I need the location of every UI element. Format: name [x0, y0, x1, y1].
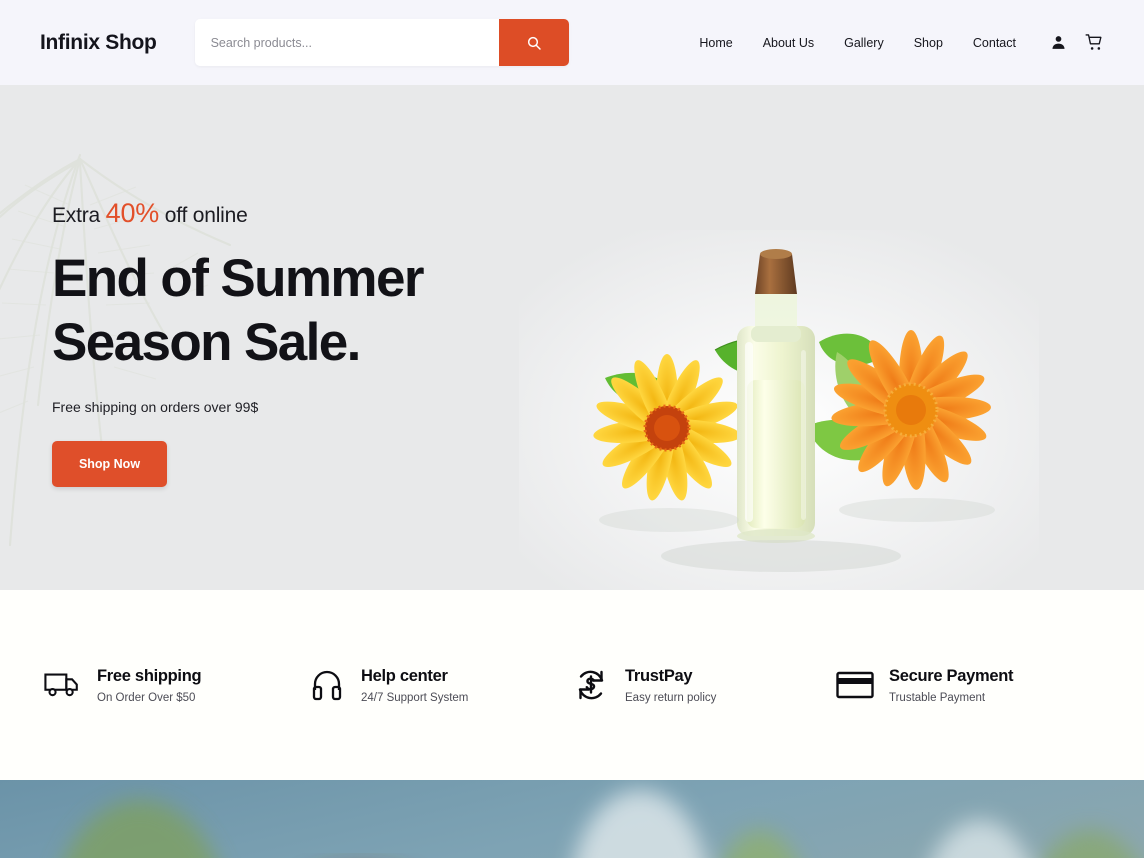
nav-item-shop[interactable]: Shop [914, 36, 943, 50]
feature-subtitle: Easy return policy [625, 691, 717, 704]
hero-banner: Extra 40% off online End of Summer Seaso… [0, 85, 1144, 590]
credit-card-icon [836, 670, 874, 700]
hero-copy: Extra 40% off online End of Summer Seaso… [52, 198, 572, 488]
feature-trustpay: TrustPay Easy return policy [572, 667, 836, 704]
nav-item-contact[interactable]: Contact [973, 36, 1016, 50]
refresh-dollar-icon [572, 668, 610, 702]
site-logo[interactable]: Infinix Shop [40, 31, 157, 55]
hero-eyebrow-suffix: off online [164, 204, 248, 227]
feature-title: Secure Payment [889, 666, 1014, 685]
site-header: Infinix Shop Home About Us Gallery Shop … [0, 0, 1144, 85]
feature-secure-payment: Secure Payment Trustable Payment [836, 667, 1100, 704]
nav-item-about-us[interactable]: About Us [763, 36, 814, 50]
hero-headline: End of Summer Season Sale. [52, 247, 572, 374]
feature-subtitle: On Order Over $50 [97, 691, 196, 704]
hero-discount-percent: 40% [105, 198, 160, 228]
feature-title: Free shipping [97, 666, 202, 685]
search-input[interactable] [194, 19, 499, 66]
feature-subtitle: 24/7 Support System [361, 691, 469, 704]
hero-headline-line-2: Season Sale. [52, 312, 361, 372]
hero-product-image [519, 230, 1039, 590]
hero-subcopy: Free shipping on orders over 99$ [52, 399, 259, 416]
hero-eyebrow: Extra 40% off online [52, 198, 572, 229]
feature-help-center: Help center 24/7 Support System [308, 667, 572, 704]
shop-now-button[interactable]: Shop Now [52, 441, 167, 488]
feature-subtitle: Trustable Payment [889, 691, 986, 704]
feature-free-shipping: Free shipping On Order Over $50 [44, 667, 308, 704]
search-button[interactable] [498, 19, 569, 66]
feature-title: TrustPay [625, 666, 693, 685]
features-bar: Free shipping On Order Over $50 Help cen… [0, 590, 1144, 780]
header-action-icons [1050, 33, 1104, 52]
search-icon [527, 36, 541, 50]
user-account-icon[interactable] [1050, 34, 1067, 51]
main-navigation: Home About Us Gallery Shop Contact [699, 33, 1104, 52]
hero-headline-line-1: End of Summer [52, 249, 424, 308]
feature-title: Help center [361, 666, 448, 685]
shopping-cart-icon[interactable] [1085, 33, 1104, 52]
nav-item-gallery[interactable]: Gallery [844, 36, 884, 50]
next-section-preview [0, 780, 1144, 858]
search-bar [194, 19, 569, 66]
headphones-icon [308, 669, 346, 701]
delivery-truck-icon [44, 670, 82, 700]
hero-eyebrow-prefix: Extra [52, 204, 101, 227]
next-section-background-image [0, 780, 1144, 858]
nav-item-home[interactable]: Home [699, 36, 732, 50]
